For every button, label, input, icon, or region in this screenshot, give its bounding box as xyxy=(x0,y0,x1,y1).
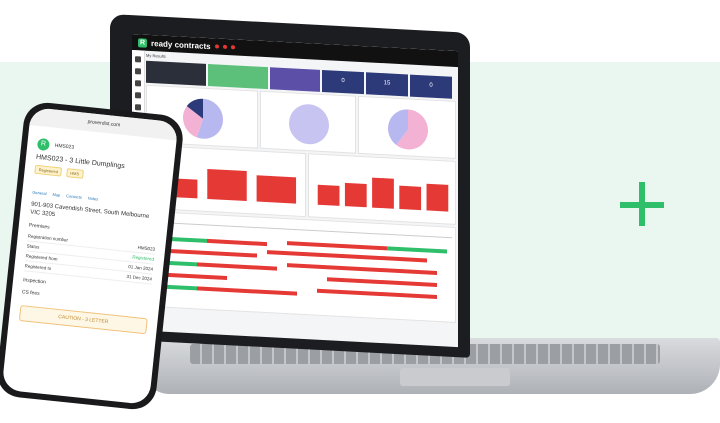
app-brand: ready contracts xyxy=(151,38,211,51)
gantt-bar[interactable] xyxy=(317,288,437,299)
dashboard: My Results 0 15 0 xyxy=(146,53,456,323)
pie-chart xyxy=(388,109,428,150)
bar[interactable] xyxy=(344,182,367,208)
phone-frame: proverdist.com R HMS023 HMS023 - 3 Littl… xyxy=(0,100,186,412)
bar-chart-2 xyxy=(317,177,449,212)
pie-card-2 xyxy=(260,90,356,154)
gantt-bar[interactable] xyxy=(267,250,427,263)
pie-chart-3 xyxy=(388,109,428,150)
tile-2[interactable] xyxy=(208,63,268,90)
status-badge: Registered xyxy=(34,164,63,177)
gantt-bar[interactable] xyxy=(167,248,257,258)
gantt-bar[interactable] xyxy=(197,286,297,296)
detail-value: 01 Jan 2024 xyxy=(128,264,154,272)
pie-chart-2 xyxy=(289,103,329,145)
detail-value: 31 Dec 2024 xyxy=(126,273,153,282)
gantt-bar[interactable] xyxy=(387,246,447,254)
gantt-bar[interactable] xyxy=(287,263,437,275)
tile-6[interactable]: 0 xyxy=(410,74,452,99)
tab-map[interactable]: Map xyxy=(52,192,60,198)
bar[interactable] xyxy=(426,183,449,212)
settings-icon[interactable] xyxy=(135,104,141,111)
pie-chart xyxy=(183,98,223,139)
detail-value: Registered xyxy=(132,254,155,262)
org-code: HMS023 xyxy=(54,143,75,152)
gantt-bar[interactable] xyxy=(197,262,277,271)
bar[interactable] xyxy=(399,185,422,211)
gantt-card xyxy=(146,210,456,323)
tile-value: 0 xyxy=(429,82,433,89)
notification-dot[interactable] xyxy=(214,44,219,49)
tab-notes[interactable]: Notes xyxy=(88,195,99,201)
tile-1[interactable] xyxy=(146,60,206,86)
phone-body: R HMS023 HMS023 - 3 Little Dumplings Reg… xyxy=(8,125,176,341)
tile-5[interactable]: 15 xyxy=(366,72,408,97)
home-icon[interactable] xyxy=(135,68,141,75)
bar[interactable] xyxy=(207,168,247,202)
list-icon[interactable] xyxy=(135,80,141,87)
tile-3[interactable] xyxy=(270,67,320,92)
tile-4[interactable]: 0 xyxy=(322,69,364,95)
bar-card-2 xyxy=(308,153,456,225)
tile-value: 0 xyxy=(341,77,345,85)
gantt-chart xyxy=(165,220,452,299)
gantt-bar[interactable] xyxy=(167,284,197,291)
type-badge: HMS xyxy=(65,168,84,179)
pie-chart xyxy=(289,103,329,145)
tile-value: 15 xyxy=(383,80,391,87)
tab-contacts[interactable]: Contacts xyxy=(66,193,82,200)
detail-label: Registered from xyxy=(25,253,58,262)
detail-label: Registered to xyxy=(24,263,52,272)
bar[interactable] xyxy=(317,184,340,206)
detail-label: Status xyxy=(26,243,40,250)
gantt-bar[interactable] xyxy=(287,241,387,251)
timeline-axis xyxy=(167,222,452,239)
action-button[interactable]: CAUTION - 3 LETTER xyxy=(18,305,148,335)
bar[interactable] xyxy=(256,175,297,204)
detail-value: HMS023 xyxy=(137,244,156,252)
pie-card-3 xyxy=(358,95,456,159)
phone-screen: proverdist.com R HMS023 HMS023 - 3 Littl… xyxy=(1,107,179,405)
gantt-bar[interactable] xyxy=(167,236,207,243)
gantt-bar[interactable] xyxy=(167,272,227,280)
app-logo[interactable]: R xyxy=(36,137,50,152)
chart-icon[interactable] xyxy=(135,92,141,99)
laptop-screen: R ready contracts My Results 0 15 0 xyxy=(132,34,458,348)
notification-dot[interactable] xyxy=(230,45,235,50)
gantt-bar[interactable] xyxy=(327,277,437,287)
laptop-trackpad xyxy=(400,368,510,386)
app-logo[interactable]: R xyxy=(138,37,147,48)
gantt-bar[interactable] xyxy=(167,260,197,267)
plus-icon xyxy=(618,180,670,232)
tab-general[interactable]: General xyxy=(32,190,47,196)
bar[interactable] xyxy=(372,177,394,209)
menu-icon[interactable] xyxy=(135,56,141,63)
gantt-bar[interactable] xyxy=(207,238,267,247)
pie-slice[interactable] xyxy=(289,103,329,145)
notification-dot[interactable] xyxy=(222,44,227,49)
